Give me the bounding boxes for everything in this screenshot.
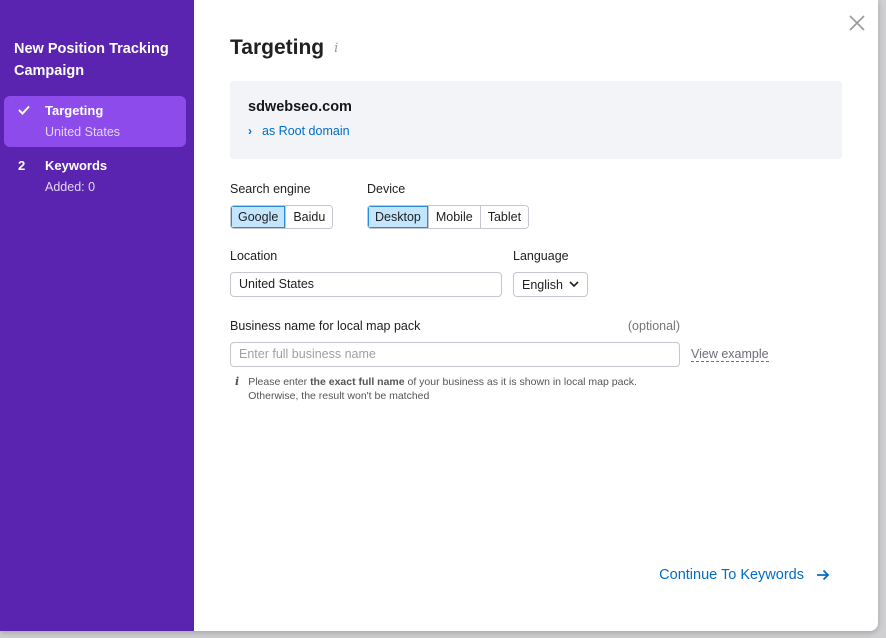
device-tablet[interactable]: Tablet (480, 206, 529, 228)
continue-label: Continue To Keywords (659, 567, 804, 583)
business-name-hint: i Please enter the exact full name of yo… (230, 375, 842, 403)
domain-type-label: as Root domain (262, 124, 350, 138)
domain-type-toggle[interactable]: › as Root domain (248, 124, 824, 138)
business-name-group: Business name for local map pack (option… (230, 319, 842, 403)
step-title: Keywords (45, 158, 108, 173)
info-icon[interactable]: i (334, 41, 338, 56)
targeting-form: Targeting i sdwebseo.com › as Root domai… (194, 0, 878, 631)
business-name-label: Business name for local map pack (230, 319, 421, 333)
search-engine-baidu[interactable]: Baidu (286, 206, 333, 228)
device-group: Device Desktop Mobile Tablet (367, 182, 530, 229)
business-name-input[interactable]: Enter full business name (230, 342, 680, 367)
view-example-link[interactable]: View example (691, 347, 769, 362)
chevron-down-icon (569, 281, 579, 288)
search-engine-google[interactable]: Google (231, 206, 287, 228)
step-number: 2 (18, 158, 26, 173)
wizard-step-targeting[interactable]: Targeting United States (4, 96, 186, 147)
optional-label: (optional) (627, 319, 680, 333)
page-title-text: Targeting (230, 36, 325, 59)
step-subtitle: United States (45, 125, 121, 139)
chevron-right-icon: › (248, 124, 252, 138)
wizard-sidebar: New Position Tracking Campaign Targeting… (0, 0, 194, 631)
domain-name: sdwebseo.com (248, 99, 352, 115)
search-engine-group: Search engine Google Baidu (230, 182, 367, 229)
arrow-right-icon (817, 569, 830, 581)
language-value: English (522, 277, 563, 292)
continue-to-keywords-button[interactable]: Continue To Keywords (659, 567, 830, 583)
sidebar-title: New Position Tracking Campaign (14, 41, 169, 79)
hint-info-icon: i (235, 375, 240, 388)
search-engine-label: Search engine (230, 182, 311, 196)
device-mobile[interactable]: Mobile (428, 206, 481, 228)
step-title: Targeting (45, 103, 104, 118)
step-complete-check-icon (18, 104, 45, 139)
location-input[interactable]: United States (230, 272, 502, 297)
location-label: Location (230, 249, 278, 263)
hint-bold-text: the exact full name (310, 376, 405, 388)
hint-text-line2: Otherwise, the result won't be matched (248, 390, 430, 402)
campaign-setup-modal: New Position Tracking Campaign Targeting… (0, 0, 878, 631)
location-group: Location United States (230, 249, 513, 297)
domain-summary: sdwebseo.com › as Root domain (230, 81, 842, 159)
device-label: Device (367, 182, 406, 196)
device-selector: Desktop Mobile Tablet (367, 205, 530, 229)
step-subtitle: Added: 0 (45, 180, 96, 194)
language-group: Language English (513, 249, 588, 297)
wizard-step-keywords[interactable]: 2 Keywords Added: 0 (4, 151, 186, 202)
close-button[interactable] (848, 14, 866, 32)
hint-text-end: of your business as it is shown in local… (404, 376, 637, 388)
language-select[interactable]: English (513, 272, 588, 297)
search-engine-selector: Google Baidu (230, 205, 334, 229)
page-title: Targeting i (230, 36, 842, 60)
hint-text: Please enter (248, 376, 311, 388)
close-icon (849, 15, 865, 31)
language-label: Language (513, 249, 569, 263)
device-desktop[interactable]: Desktop (368, 206, 429, 228)
